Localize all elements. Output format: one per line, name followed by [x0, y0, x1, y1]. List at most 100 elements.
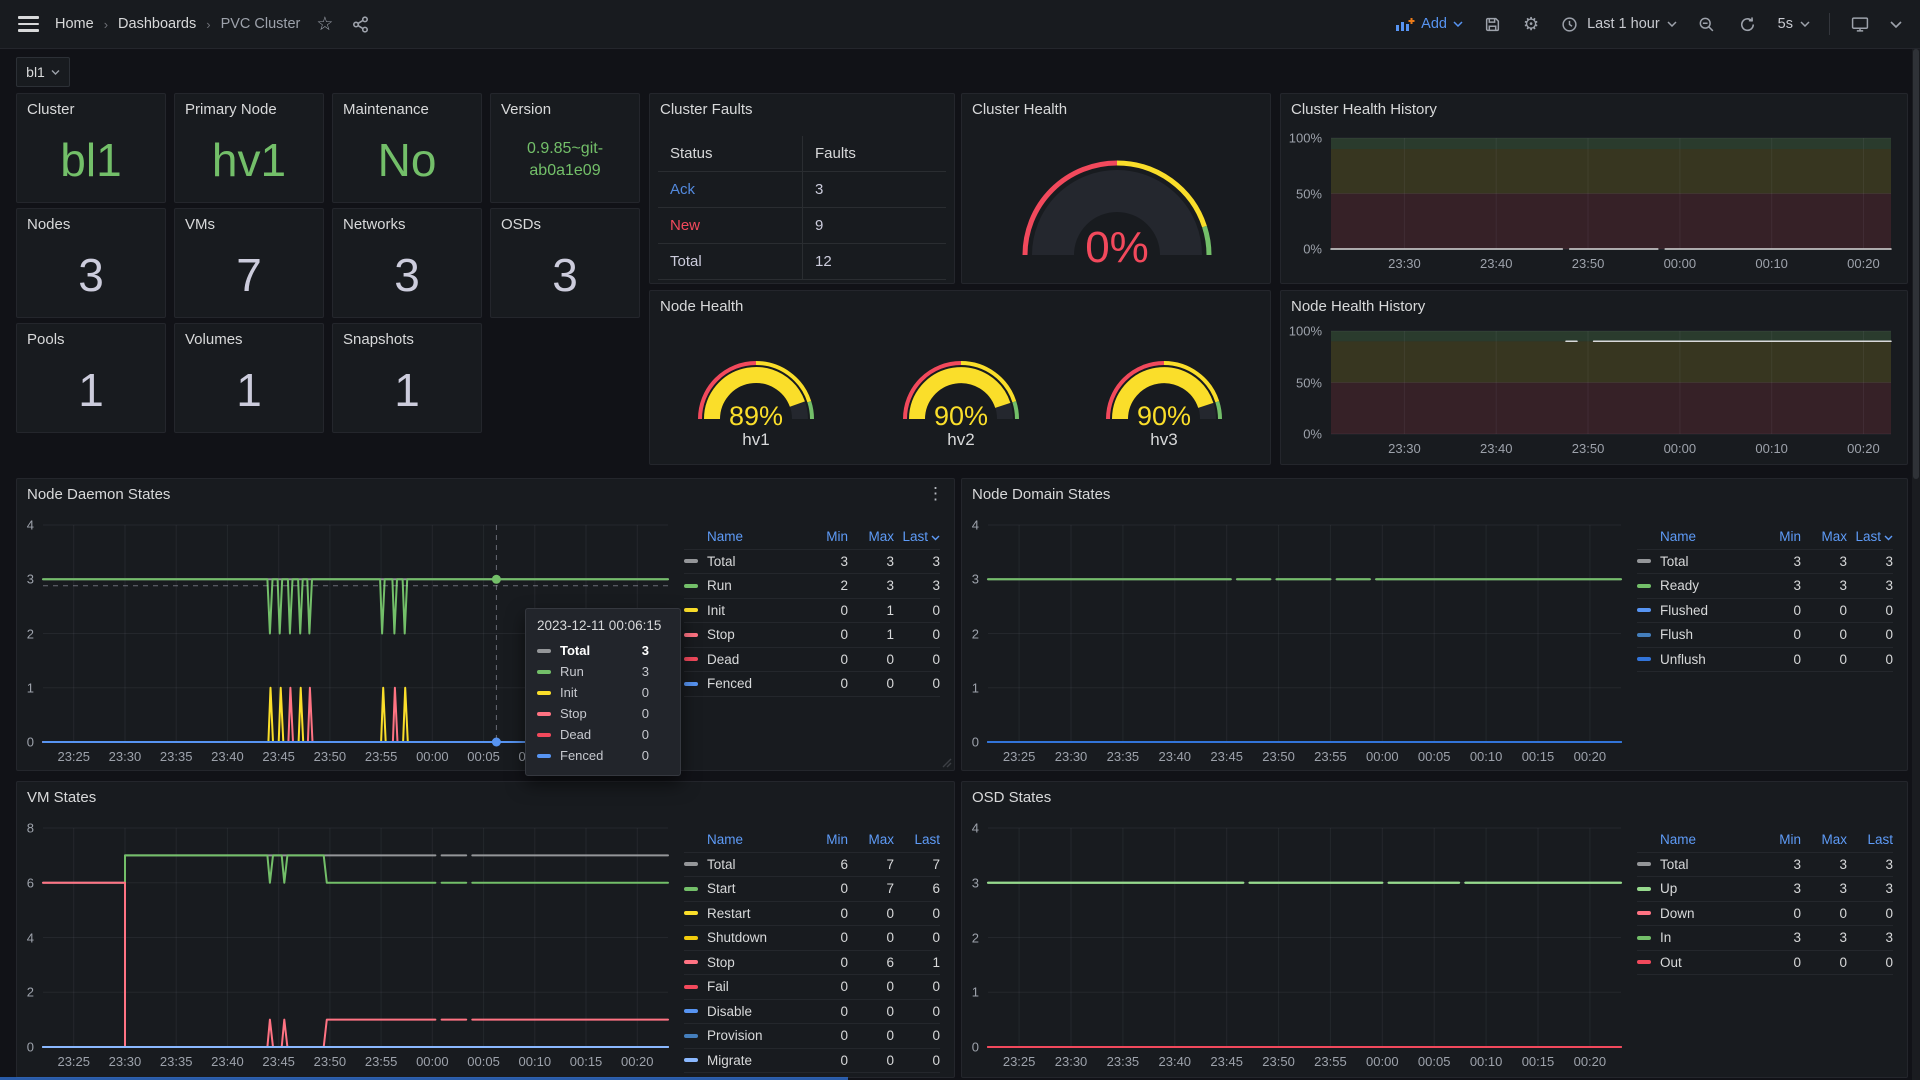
legend-row[interactable]: Total333: [1637, 853, 1893, 878]
panel-title[interactable]: Cluster Health: [972, 101, 1067, 118]
menu-icon[interactable]: [18, 16, 39, 32]
stat-title[interactable]: OSDs: [501, 216, 541, 233]
panel-title[interactable]: Cluster Faults: [660, 101, 753, 118]
x-tick-label: 23:40: [211, 1054, 244, 1069]
legend-row[interactable]: Fenced000: [684, 672, 940, 697]
panel-title[interactable]: Node Health: [660, 298, 743, 315]
legend-row[interactable]: Unflush000: [1637, 648, 1893, 673]
fault-status: New: [658, 208, 802, 244]
legend-row[interactable]: Stop061: [684, 951, 940, 976]
legend-row[interactable]: Ready333: [1637, 574, 1893, 599]
legend-row[interactable]: Stop010: [684, 623, 940, 648]
time-range-picker[interactable]: Last 1 hour: [1558, 13, 1677, 35]
y-tick-label: 3: [972, 572, 979, 587]
legend-row[interactable]: Run233: [684, 574, 940, 599]
stat-title[interactable]: Nodes: [27, 216, 70, 233]
x-tick-label: 00:10: [1470, 749, 1503, 764]
fault-count: 3: [802, 172, 946, 208]
y-tick-label: 0%: [1303, 242, 1322, 257]
cluster-variable-dropdown[interactable]: bl1: [16, 57, 70, 87]
panel-title[interactable]: OSD States: [972, 789, 1051, 806]
legend-header[interactable]: NameMinMaxLast: [1637, 828, 1893, 853]
legend-row[interactable]: Total677: [684, 853, 940, 878]
add-panel-button[interactable]: Add: [1395, 16, 1463, 32]
stat-panel: VMs7: [174, 208, 324, 318]
breadcrumb-dashboards[interactable]: Dashboards: [118, 16, 196, 32]
refresh-icon[interactable]: [1737, 13, 1759, 35]
fault-status: Ack: [658, 172, 802, 208]
node-health-gauge-hv1: 89%hv1: [671, 357, 841, 457]
legend-row[interactable]: Disable000: [684, 1000, 940, 1025]
legend-row[interactable]: Total333: [684, 550, 940, 575]
vm-states-chart[interactable]: 0246823:2523:3023:3523:4023:4523:5023:55…: [43, 828, 668, 1047]
legend-row[interactable]: Migrate000: [684, 1049, 940, 1074]
legend-header[interactable]: NameMinMaxLast: [684, 525, 940, 550]
node-health-history-chart[interactable]: 0%50%100%23:3023:4023:5000:0000:1000:20: [1331, 331, 1891, 434]
panel-title[interactable]: Cluster Health History: [1291, 101, 1437, 118]
x-tick-label: 00:20: [1847, 441, 1880, 456]
stat-title[interactable]: Snapshots: [343, 331, 414, 348]
stat-panel: Pools1: [16, 323, 166, 433]
legend-header[interactable]: NameMinMaxLast: [1637, 525, 1893, 550]
legend-row[interactable]: In333: [1637, 926, 1893, 951]
x-tick-label: 00:00: [1366, 1054, 1399, 1069]
stat-title[interactable]: Version: [501, 101, 551, 118]
panel-title[interactable]: VM States: [27, 789, 96, 806]
legend-row[interactable]: Down000: [1637, 902, 1893, 927]
x-tick-label: 00:00: [1664, 256, 1697, 271]
osd-states-chart[interactable]: 0123423:2523:3023:3523:4023:4523:5023:55…: [988, 828, 1621, 1047]
panel-cluster-faults: Cluster Faults StatusFaultsAck3New9Total…: [649, 93, 955, 284]
legend-row[interactable]: Flushed000: [1637, 599, 1893, 624]
stat-title[interactable]: Volumes: [185, 331, 243, 348]
stat-title[interactable]: Primary Node: [185, 101, 277, 118]
stat-title[interactable]: Cluster: [27, 101, 75, 118]
y-tick-label: 100%: [1289, 131, 1322, 146]
legend-row[interactable]: Up333: [1637, 877, 1893, 902]
star-icon[interactable]: ☆: [316, 15, 333, 34]
legend-row[interactable]: Flush000: [1637, 623, 1893, 648]
vertical-scrollbar[interactable]: [1912, 49, 1920, 1080]
stat-title[interactable]: Pools: [27, 331, 65, 348]
cluster-health-history-chart[interactable]: 0%50%100%23:3023:4023:5000:0000:1000:20: [1331, 138, 1891, 249]
faults-col-status[interactable]: Status: [658, 136, 802, 172]
legend-row[interactable]: Dead000: [684, 648, 940, 673]
x-tick-label: 23:30: [1388, 256, 1421, 271]
chevron-down-icon: [1800, 21, 1810, 27]
legend-row[interactable]: Total333: [1637, 550, 1893, 575]
panel-title[interactable]: Node Daemon States: [27, 486, 170, 503]
stat-title[interactable]: Maintenance: [343, 101, 429, 118]
stat-value: 1: [333, 348, 481, 432]
x-tick-label: 23:50: [1262, 749, 1295, 764]
x-tick-label: 23:35: [1107, 749, 1140, 764]
legend-row[interactable]: Init010: [684, 599, 940, 624]
x-tick-label: 00:20: [1847, 256, 1880, 271]
gear-icon[interactable]: ⚙: [1523, 15, 1539, 33]
stat-title[interactable]: Networks: [343, 216, 406, 233]
stat-value: No: [333, 118, 481, 202]
legend-row[interactable]: Start076: [684, 877, 940, 902]
stat-title[interactable]: VMs: [185, 216, 215, 233]
legend-row[interactable]: Provision000: [684, 1024, 940, 1049]
legend-row[interactable]: Out000: [1637, 951, 1893, 976]
share-icon[interactable]: [349, 13, 371, 35]
node-health-gauge-hv3: 90%hv3: [1079, 357, 1249, 457]
panel-title[interactable]: Node Domain States: [972, 486, 1110, 503]
kebab-menu-icon[interactable]: ⋮: [927, 485, 944, 502]
tv-mode-icon[interactable]: [1849, 13, 1871, 35]
faults-col-faults[interactable]: Faults: [802, 136, 946, 172]
node-domain-states-chart[interactable]: 0123423:2523:3023:3523:4023:4523:5023:55…: [988, 525, 1621, 742]
legend-row[interactable]: Restart000: [684, 902, 940, 927]
panel-resize-handle[interactable]: [942, 758, 952, 768]
legend-row[interactable]: Fail000: [684, 975, 940, 1000]
vertical-scrollbar-thumb[interactable]: [1913, 49, 1919, 479]
breadcrumb-home[interactable]: Home: [55, 16, 94, 32]
legend-row[interactable]: Shutdown000: [684, 926, 940, 951]
refresh-interval-picker[interactable]: 5s: [1778, 16, 1810, 32]
panel-vm-states: VM States 0246823:2523:3023:3523:4023:45…: [16, 781, 955, 1078]
stat-value: 3: [17, 233, 165, 317]
chevron-down-icon[interactable]: [1890, 21, 1902, 28]
legend-header[interactable]: NameMinMaxLast: [684, 828, 940, 853]
zoom-out-icon[interactable]: [1696, 13, 1718, 35]
save-dashboard-icon[interactable]: [1482, 13, 1504, 35]
panel-title[interactable]: Node Health History: [1291, 298, 1425, 315]
